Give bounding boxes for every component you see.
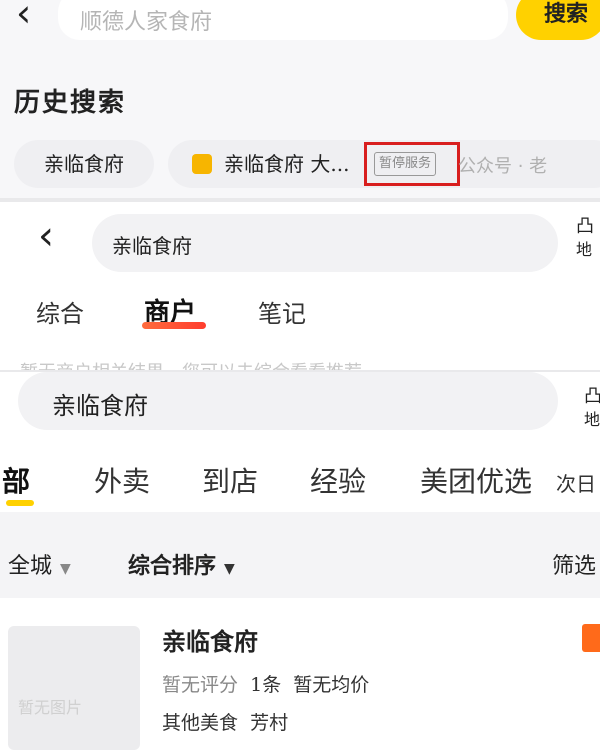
promo-tag [582, 624, 600, 652]
edge-char: 凸 [584, 386, 600, 407]
tab-experience[interactable]: 经验 [310, 460, 366, 500]
tab-instore[interactable]: 到店 [202, 460, 258, 500]
filter-sort-label: 综合排序 [128, 553, 217, 579]
rating-text: 暂无评分 [162, 674, 239, 696]
edge-char: 凸 [576, 216, 594, 237]
caret-down-icon: ▼ [60, 561, 71, 577]
back-icon[interactable]: ‹ [38, 216, 54, 256]
filter-city-label: 全城 [8, 554, 53, 579]
result-meta: 暂无评分 1条 暂无均价 [162, 670, 369, 697]
search-input-text: 亲临食府 [52, 392, 148, 420]
filter-sort[interactable]: 综合排序 ▼ [128, 548, 235, 580]
review-count: 1条 [250, 674, 282, 696]
avg-price: 暂无均价 [293, 674, 370, 696]
merchant-tab-panel: ‹ × 亲临食府 凸 地 综合 商户 笔记 暂无商户相关结果，您可以去综合看看推… [0, 202, 600, 370]
tab-notes[interactable]: 笔记 [258, 294, 306, 329]
search-results-panel: 亲临食府 凸 地 部 外卖 到店 经验 美团优选 次日 全城 ▼ 综合排序 ▼ 筛选… [0, 372, 600, 750]
tab-active-indicator [6, 500, 34, 506]
empty-result-text: 暂无商户相关结果，您可以去综合看看推荐 [20, 358, 362, 370]
history-chip[interactable]: 亲临食府 [14, 140, 154, 188]
search-input-text: 顺德人家食府 [80, 10, 213, 35]
history-search-panel: ‹ 顺德人家食府 搜索 历史搜索 亲临食府 亲临食府 大... 暂停服务 公众号… [0, 0, 600, 198]
filter-button[interactable]: 筛选 [552, 548, 596, 580]
highlight-annotation [364, 142, 460, 186]
tab-delivery[interactable]: 外卖 [94, 460, 150, 500]
back-icon[interactable]: ‹ [16, 0, 31, 32]
tab-all[interactable]: 部 [2, 460, 30, 500]
history-chip-label: 亲临食府 大... [224, 152, 350, 176]
history-title: 历史搜索 [14, 88, 127, 118]
tab-meituan-select[interactable]: 美团优选 [420, 460, 532, 500]
watermark-text: 公众号 · 老 [458, 156, 548, 177]
tab-comprehensive[interactable]: 综合 [36, 294, 84, 329]
result-tags: 其他美食 芳村 [162, 708, 288, 735]
result-title[interactable]: 亲临食府 [162, 622, 258, 657]
store-icon [192, 154, 212, 174]
thumbnail-placeholder-text: 暂无图片 [18, 698, 83, 717]
search-input-text: 亲临食府 [112, 234, 192, 258]
tab-next-day[interactable]: 次日 [556, 468, 596, 497]
edge-char: 地 [584, 410, 600, 429]
edge-char: 地 [576, 240, 593, 259]
filter-city[interactable]: 全城 ▼ [8, 548, 71, 580]
category-text: 其他美食 [162, 712, 239, 734]
search-button[interactable]: 搜索 [516, 0, 600, 40]
tab-active-indicator [142, 322, 206, 329]
caret-down-icon: ▼ [224, 561, 235, 577]
result-thumbnail[interactable] [8, 626, 140, 750]
area-text: 芳村 [250, 712, 289, 734]
filter-bar [0, 512, 600, 598]
